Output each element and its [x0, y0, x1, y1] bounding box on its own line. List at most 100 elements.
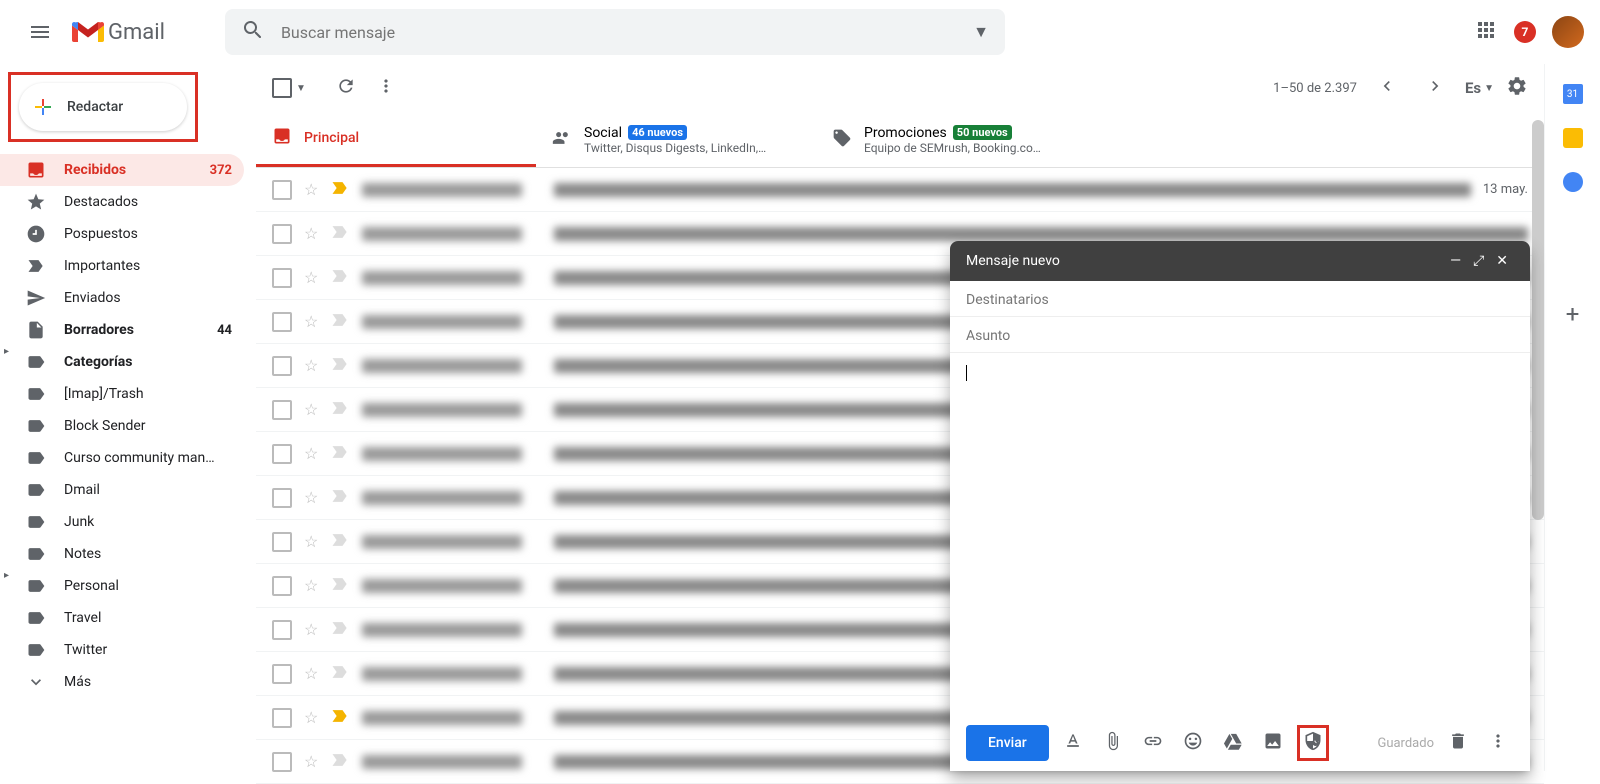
confidential-icon[interactable]	[1297, 725, 1329, 761]
photo-icon[interactable]	[1257, 725, 1289, 761]
email-checkbox[interactable]	[272, 620, 292, 640]
email-checkbox[interactable]	[272, 532, 292, 552]
more-options-icon[interactable]	[1482, 725, 1514, 761]
important-icon[interactable]	[330, 178, 350, 202]
star-icon[interactable]: ☆	[304, 532, 318, 551]
sidebar-item-pospuestos[interactable]: Pospuestos	[0, 218, 244, 250]
attach-icon[interactable]	[1097, 725, 1129, 761]
tasks-icon[interactable]	[1563, 172, 1583, 192]
notification-badge[interactable]: 7	[1514, 21, 1536, 43]
recipients-input[interactable]	[966, 292, 1514, 308]
sidebar-item-enviados[interactable]: Enviados	[0, 282, 244, 314]
subject-input[interactable]	[966, 328, 1514, 344]
link-icon[interactable]	[1137, 725, 1169, 761]
star-icon[interactable]: ☆	[304, 400, 318, 419]
compose-header[interactable]: Mensaje nuevo — ⤢ ✕	[950, 241, 1530, 281]
calendar-icon[interactable]: 31	[1563, 84, 1583, 104]
star-icon[interactable]: ☆	[304, 620, 318, 639]
tab-social[interactable]: Social46 nuevosTwitter, Disqus Digests, …	[536, 112, 816, 167]
email-checkbox[interactable]	[272, 356, 292, 376]
email-checkbox[interactable]	[272, 708, 292, 728]
menu-button[interactable]	[16, 8, 64, 56]
compose-body[interactable]	[950, 353, 1530, 715]
sidebar-item-blocksender[interactable]: Block Sender	[0, 410, 244, 442]
drive-icon[interactable]	[1217, 725, 1249, 761]
star-icon[interactable]: ☆	[304, 224, 318, 243]
email-checkbox[interactable]	[272, 576, 292, 596]
more-button[interactable]	[376, 76, 396, 100]
language-button[interactable]: Es ▼	[1465, 79, 1494, 97]
important-icon[interactable]	[330, 442, 350, 466]
tab-principal[interactable]: Principal	[256, 112, 536, 167]
profile-avatar[interactable]	[1552, 16, 1584, 48]
star-icon[interactable]: ☆	[304, 356, 318, 375]
gmail-logo[interactable]: Gmail	[72, 20, 165, 45]
next-page-button[interactable]	[1417, 68, 1453, 108]
sidebar-item-dmail[interactable]: Dmail	[0, 474, 244, 506]
select-all-checkbox[interactable]	[272, 78, 292, 98]
email-checkbox[interactable]	[272, 488, 292, 508]
subject-field[interactable]	[950, 317, 1530, 353]
important-icon[interactable]	[330, 750, 350, 774]
tab-promociones[interactable]: Promociones50 nuevosEquipo de SEMrush, B…	[816, 112, 1096, 167]
email-row[interactable]: ☆13 may.	[256, 168, 1544, 212]
star-icon[interactable]: ☆	[304, 312, 318, 331]
sidebar-item-ms[interactable]: Más	[0, 666, 244, 698]
sidebar-item-personal[interactable]: Personal	[0, 570, 244, 602]
keep-icon[interactable]	[1563, 128, 1583, 148]
email-checkbox[interactable]	[272, 400, 292, 420]
important-icon[interactable]	[330, 266, 350, 290]
emoji-icon[interactable]	[1177, 725, 1209, 761]
star-icon[interactable]: ☆	[304, 180, 318, 199]
search-bar[interactable]: ▼	[225, 9, 1005, 55]
email-checkbox[interactable]	[272, 268, 292, 288]
apps-icon[interactable]	[1474, 18, 1498, 46]
sidebar-item-recibidos[interactable]: Recibidos372	[0, 154, 244, 186]
select-dropdown-icon[interactable]: ▼	[296, 83, 306, 94]
important-icon[interactable]	[330, 398, 350, 422]
scrollbar[interactable]	[1532, 120, 1544, 520]
sidebar-item-importantes[interactable]: Importantes	[0, 250, 244, 282]
star-icon[interactable]: ☆	[304, 576, 318, 595]
important-icon[interactable]	[330, 530, 350, 554]
star-icon[interactable]: ☆	[304, 664, 318, 683]
refresh-button[interactable]	[336, 76, 356, 100]
email-checkbox[interactable]	[272, 444, 292, 464]
sidebar-item-notes[interactable]: Notes	[0, 538, 244, 570]
email-checkbox[interactable]	[272, 664, 292, 684]
sidebar-item-destacados[interactable]: Destacados	[0, 186, 244, 218]
sidebar-item-cursocommunityman[interactable]: Curso community man…	[0, 442, 244, 474]
recipients-field[interactable]	[950, 281, 1530, 317]
sidebar-item-junk[interactable]: Junk	[0, 506, 244, 538]
close-icon[interactable]: ✕	[1490, 253, 1514, 269]
format-icon[interactable]	[1057, 725, 1089, 761]
sidebar-item-categoras[interactable]: Categorías	[0, 346, 244, 378]
important-icon[interactable]	[330, 354, 350, 378]
email-checkbox[interactable]	[272, 224, 292, 244]
important-icon[interactable]	[330, 222, 350, 246]
search-dropdown-icon[interactable]: ▼	[973, 22, 989, 42]
expand-icon[interactable]: ⤢	[1467, 253, 1490, 269]
search-input[interactable]	[281, 23, 973, 42]
prev-page-button[interactable]	[1369, 68, 1405, 108]
sidebar-item-twitter[interactable]: Twitter	[0, 634, 244, 666]
star-icon[interactable]: ☆	[304, 444, 318, 463]
important-icon[interactable]	[330, 618, 350, 642]
important-icon[interactable]	[330, 486, 350, 510]
compose-button[interactable]: Redactar	[19, 83, 187, 131]
add-addon-button[interactable]: +	[1566, 300, 1580, 328]
star-icon[interactable]: ☆	[304, 708, 318, 727]
email-checkbox[interactable]	[272, 180, 292, 200]
important-icon[interactable]	[330, 310, 350, 334]
sidebar-item-borradores[interactable]: Borradores44	[0, 314, 244, 346]
settings-button[interactable]	[1506, 75, 1528, 101]
star-icon[interactable]: ☆	[304, 488, 318, 507]
send-button[interactable]: Enviar	[966, 725, 1049, 761]
important-icon[interactable]	[330, 706, 350, 730]
star-icon[interactable]: ☆	[304, 268, 318, 287]
email-checkbox[interactable]	[272, 752, 292, 772]
email-checkbox[interactable]	[272, 312, 292, 332]
star-icon[interactable]: ☆	[304, 752, 318, 771]
minimize-icon[interactable]: —	[1444, 253, 1467, 269]
sidebar-item-travel[interactable]: Travel	[0, 602, 244, 634]
